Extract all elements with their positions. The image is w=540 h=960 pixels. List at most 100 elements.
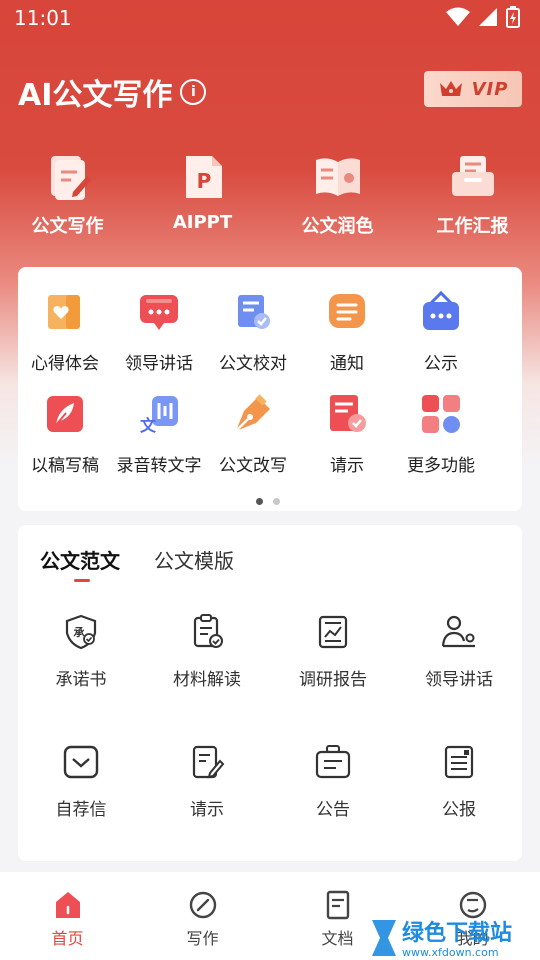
voice-to-text-icon: 文: [140, 396, 178, 435]
nav-label: 写作: [186, 929, 219, 948]
tool-label: 录音转文字: [116, 456, 202, 476]
tools-row-2: 以稿写稿 文 录音转文字 公文改写 请示 更多功能: [18, 391, 522, 476]
sample-bulletin[interactable]: 公报: [396, 743, 522, 820]
vip-label: VIP: [471, 78, 509, 100]
tool-label: 通知: [330, 354, 364, 374]
sample-request[interactable]: 请示: [144, 743, 270, 820]
sample-label: 材料解读: [173, 670, 241, 690]
tool-label: 公文写作: [31, 216, 104, 237]
nav-label: 文档: [321, 929, 354, 948]
document-icon: [326, 890, 349, 920]
tool-label: 公文改写: [219, 456, 287, 476]
tool-notice[interactable]: 通知: [300, 289, 394, 374]
notebook-pen-icon: [50, 156, 91, 200]
tool-insights[interactable]: 心得体会: [18, 289, 112, 374]
chart-report-icon: [318, 615, 348, 649]
tool-official-writing[interactable]: 公文写作: [0, 150, 135, 238]
tool-proofread[interactable]: 公文校对: [206, 289, 300, 374]
tool-public-notice[interactable]: 公示: [394, 289, 488, 374]
tools-card: 心得体会 领导讲话 公文校对 通知 公示 以稿写稿 文 录音转文字 公文改写 请…: [18, 267, 522, 511]
tool-label: AIPPT: [172, 212, 233, 233]
header: AI公文写作 i: [18, 70, 207, 114]
speaker-podium-icon: [441, 615, 475, 648]
nav-label: 首页: [51, 929, 84, 948]
sample-material-reading[interactable]: 材料解读: [144, 613, 270, 690]
tool-leader-speech[interactable]: 领导讲话: [112, 289, 206, 374]
ppt-file-icon: P: [185, 156, 222, 198]
check-document-icon: [238, 295, 270, 329]
sample-label: 自荐信: [55, 800, 107, 820]
home-icon: [55, 892, 80, 918]
sample-promise-letter[interactable]: 承 承诺书: [18, 613, 144, 690]
bulletin-icon: [444, 745, 474, 779]
status-icons: [446, 6, 520, 28]
wifi-icon: [446, 7, 470, 26]
watermark-logo: 绿色下载站 www.xfdown.com: [372, 920, 512, 959]
more-apps-icon: [422, 395, 460, 433]
clipboard-check-icon: [193, 614, 223, 648]
vip-button[interactable]: VIP: [424, 71, 522, 107]
sample-label: 调研报告: [299, 670, 367, 690]
sample-research-report[interactable]: 调研报告: [270, 613, 396, 690]
tool-label: 工作汇报: [436, 216, 509, 237]
samples-tabs: 公文范文 公文模版: [40, 545, 234, 582]
page-title: AI公文写作: [18, 78, 173, 113]
tool-label: 心得体会: [31, 354, 99, 374]
page-indicator: [256, 498, 280, 505]
crown-icon: [439, 81, 462, 96]
tool-label: 公文校对: [219, 354, 287, 374]
sample-leader-speech[interactable]: 领导讲话: [396, 613, 522, 690]
svg-text:绿色下载站: 绿色下载站: [402, 920, 512, 946]
heart-notebook-icon: [48, 295, 80, 329]
tool-voice-to-text[interactable]: 文 录音转文字: [112, 391, 206, 476]
page-dot: [273, 498, 280, 505]
tool-label: 公示: [424, 354, 458, 374]
tool-aippt[interactable]: P AIPPT: [135, 150, 270, 238]
promise-shield-icon: 承: [65, 614, 97, 650]
samples-row-1: 承 承诺书 材料解读 调研报告 领导讲话: [18, 613, 522, 690]
open-book-icon: [315, 158, 360, 196]
svg-text:文: 文: [140, 416, 157, 435]
approval-doc-icon: [330, 395, 366, 432]
edit-document-icon: [192, 745, 225, 779]
tool-label: 请示: [330, 456, 364, 476]
nav-writing[interactable]: 写作: [135, 872, 270, 960]
feather-icon: [47, 396, 83, 432]
sample-cover-letter[interactable]: 自荐信: [18, 743, 144, 820]
notice-icon: [329, 294, 365, 328]
samples-card: 公文范文 公文模版 承 承诺书 材料解读 调研报告 领导讲话 自荐信 请示 公告…: [18, 525, 522, 861]
tab-templates[interactable]: 公文模版: [154, 545, 234, 574]
nav-home[interactable]: 首页: [0, 872, 135, 960]
sample-label: 请示: [190, 800, 224, 820]
compass-icon: [189, 891, 216, 919]
sample-label: 公报: [442, 800, 476, 820]
sample-label: 公告: [316, 800, 350, 820]
svg-text:P: P: [196, 169, 211, 193]
sample-announcement[interactable]: 公告: [270, 743, 396, 820]
battery-icon: [506, 6, 520, 28]
tool-label: 以稿写稿: [31, 456, 99, 476]
tool-label: 公文润色: [301, 216, 374, 237]
hanging-board-icon: [423, 290, 459, 330]
report-tray-icon: [451, 156, 494, 196]
svg-text:www.xfdown.com: www.xfdown.com: [402, 946, 499, 959]
signal-icon: [479, 8, 497, 26]
sample-label: 承诺书: [55, 670, 107, 690]
info-icon[interactable]: i: [180, 79, 207, 105]
samples-row-2: 自荐信 请示 公告 公报: [18, 743, 522, 820]
fountain-pen-icon: [235, 394, 270, 432]
tool-polish[interactable]: 公文润色: [270, 150, 405, 238]
tool-rewrite[interactable]: 公文改写: [206, 391, 300, 476]
tool-work-report[interactable]: 工作汇报: [405, 150, 540, 238]
speech-bubble-icon: [140, 295, 178, 330]
tab-samples[interactable]: 公文范文: [40, 545, 120, 582]
announcement-box-icon: [315, 745, 351, 779]
tool-label: 领导讲话: [125, 354, 193, 374]
tool-draft-from-draft[interactable]: 以稿写稿: [18, 391, 112, 476]
tool-request[interactable]: 请示: [300, 391, 394, 476]
envelope-icon: [63, 745, 99, 779]
clock: 11:01: [14, 6, 72, 30]
tool-more[interactable]: 更多功能: [394, 391, 488, 476]
sample-label: 领导讲话: [425, 670, 493, 690]
top-tools: 公文写作 P AIPPT 公文润色 工作汇报: [0, 150, 540, 238]
